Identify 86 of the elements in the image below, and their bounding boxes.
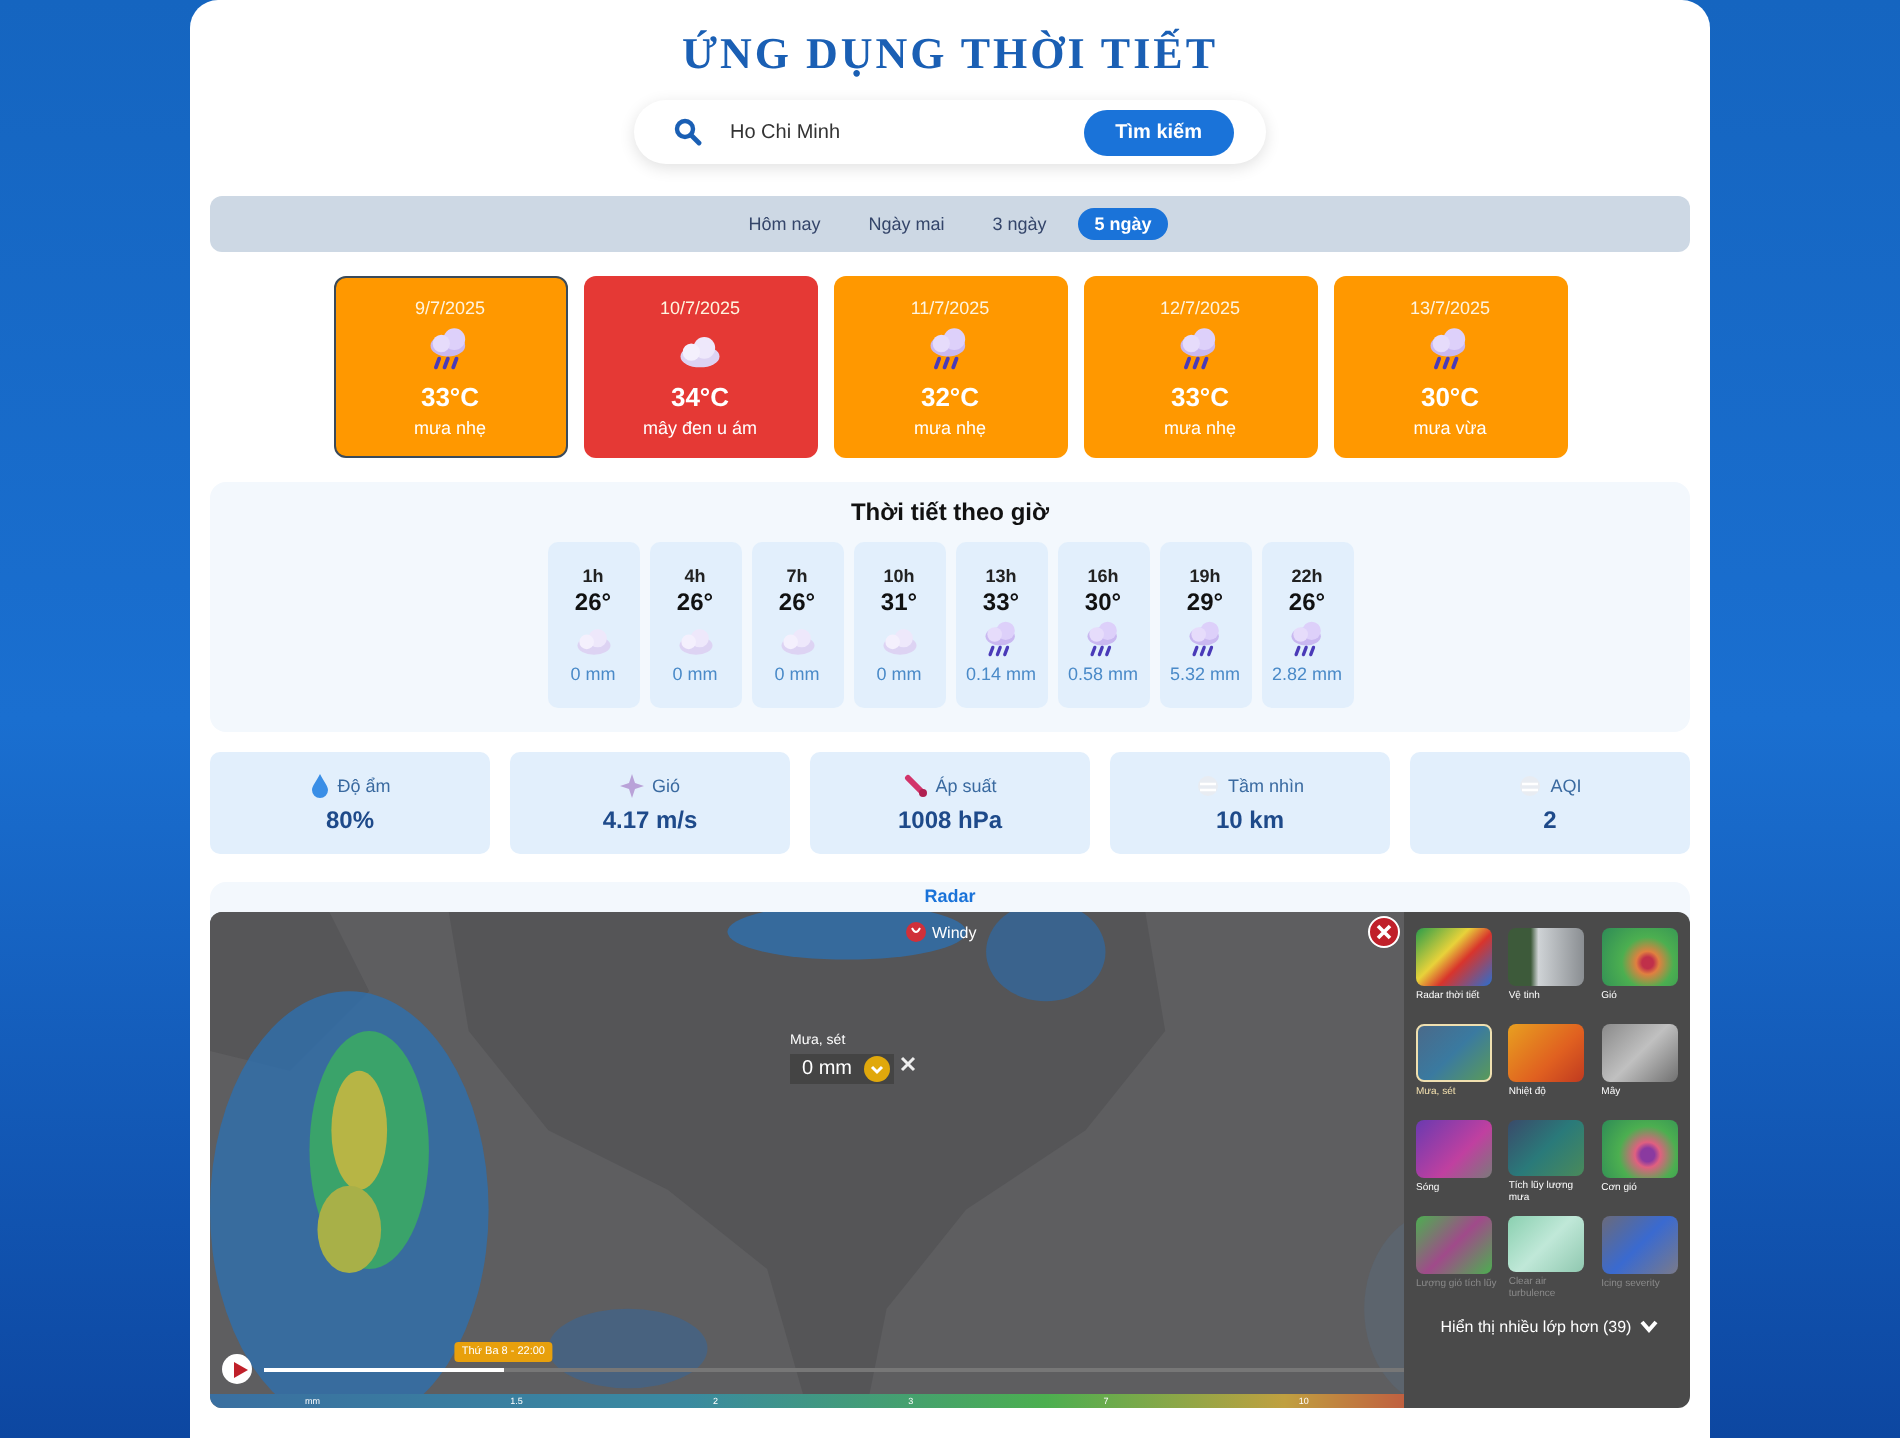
play-icon bbox=[231, 1361, 247, 1377]
hour-time: 19h bbox=[1189, 566, 1221, 586]
windy-logo-icon bbox=[906, 922, 926, 942]
stat-value: 10 km bbox=[1215, 805, 1285, 833]
hour-time: 7h bbox=[786, 566, 808, 586]
radar-title: Radar bbox=[922, 886, 978, 906]
stat-label: Gió bbox=[651, 775, 680, 795]
hour-time: 4h bbox=[684, 566, 706, 586]
day-date: 9/7/2025 bbox=[414, 297, 486, 317]
layer-thumbnail bbox=[1601, 928, 1678, 986]
close-icon bbox=[1376, 924, 1392, 940]
layer-thumbnail bbox=[1601, 1216, 1678, 1274]
hour-time: 16h bbox=[1087, 566, 1119, 586]
hour-rainfall: 0 mm bbox=[876, 664, 922, 684]
hour-rainfall: 5.32 mm bbox=[1169, 664, 1240, 684]
search-button[interactable]: Tìm kiếm bbox=[1083, 109, 1234, 155]
hour-time: 1h bbox=[582, 566, 604, 586]
sparkle-icon bbox=[619, 773, 644, 797]
water-drop-icon bbox=[309, 773, 330, 797]
close-icon[interactable] bbox=[900, 1056, 916, 1072]
value-picker[interactable]: 0 mm bbox=[790, 1054, 894, 1084]
stat-label: Độ ẩm bbox=[337, 775, 391, 795]
hour-time: 13h bbox=[985, 566, 1017, 586]
layer-thumbnail bbox=[1416, 928, 1492, 986]
layer-thumbnail bbox=[1508, 928, 1585, 986]
stat-value: 2 bbox=[1543, 805, 1557, 833]
hour-temperature: 26° bbox=[1288, 588, 1326, 616]
stat-value: 1008 hPa bbox=[897, 805, 1003, 833]
chevron-down-icon bbox=[864, 1056, 890, 1082]
brand-name: Windy bbox=[932, 923, 977, 941]
hour-time: 10h bbox=[883, 566, 915, 586]
hour-rainfall: 0 mm bbox=[570, 664, 616, 684]
stat-label: AQI bbox=[1550, 775, 1582, 795]
hour-temperature: 30° bbox=[1084, 588, 1122, 616]
stat-value: 4.17 m/s bbox=[602, 805, 698, 833]
hour-time: 22h bbox=[1291, 566, 1323, 586]
day-temperature: 33°C bbox=[420, 381, 480, 411]
day-temperature: 34°C bbox=[670, 381, 730, 411]
hour-rainfall: 0.58 mm bbox=[1067, 664, 1138, 684]
stat-label: Tầm nhìn bbox=[1227, 775, 1305, 795]
day-date: 11/7/2025 bbox=[910, 297, 990, 317]
hour-temperature: 26° bbox=[676, 588, 714, 616]
forecast-tab[interactable]: Ngày mai bbox=[852, 208, 961, 240]
stat-label: Áp suất bbox=[935, 775, 997, 795]
day-card[interactable]: 10/7/2025 34°C mây đen u ám bbox=[583, 276, 817, 458]
hour-rainfall: 0.14 mm bbox=[965, 664, 1036, 684]
hour-temperature: 26° bbox=[778, 588, 816, 616]
forecast-tab[interactable]: Hôm nay bbox=[732, 208, 837, 240]
day-temperature: 32°C bbox=[920, 381, 980, 411]
hour-temperature: 31° bbox=[880, 588, 918, 616]
hour-rainfall: 0 mm bbox=[672, 664, 718, 684]
layer-thumbnail bbox=[1601, 1120, 1678, 1178]
hour-temperature: 26° bbox=[574, 588, 612, 616]
day-description: mưa nhẹ bbox=[1163, 417, 1237, 437]
day-date: 13/7/2025 bbox=[1409, 297, 1491, 317]
day-description: mây đen u ám bbox=[642, 417, 758, 437]
fog-icon bbox=[1518, 773, 1543, 797]
search-icon bbox=[674, 118, 702, 146]
picker-value: 0 mm bbox=[802, 1058, 852, 1080]
thermometer-icon bbox=[903, 773, 928, 797]
day-date: 10/7/2025 bbox=[659, 297, 741, 317]
day-date: 12/7/2025 bbox=[1159, 297, 1241, 317]
layer-thumbnail bbox=[1601, 1024, 1678, 1082]
day-description: mưa vừa bbox=[1413, 417, 1487, 437]
day-temperature: 30°C bbox=[1420, 381, 1480, 411]
chevron-down-icon bbox=[1639, 1320, 1658, 1334]
hour-temperature: 29° bbox=[1186, 588, 1224, 616]
forecast-tab[interactable]: 3 ngày bbox=[976, 208, 1063, 240]
hour-temperature: 33° bbox=[982, 588, 1020, 616]
layer-thumbnail bbox=[1416, 1120, 1492, 1178]
forecast-tab[interactable]: 5 ngày bbox=[1078, 208, 1168, 240]
layer-thumbnail bbox=[1416, 1024, 1492, 1082]
hour-rainfall: 0 mm bbox=[774, 664, 820, 684]
hour-rainfall: 2.82 mm bbox=[1271, 664, 1342, 684]
layer-thumbnail bbox=[1508, 1216, 1585, 1272]
day-description: mưa nhẹ bbox=[413, 417, 487, 437]
fog-icon bbox=[1195, 773, 1220, 797]
day-temperature: 33°C bbox=[1170, 381, 1230, 411]
more-layers-button[interactable]: Hiển thị nhiều lớp hơn (39) bbox=[1416, 1316, 1682, 1338]
layer-thumbnail bbox=[1508, 1024, 1585, 1082]
layer-thumbnail bbox=[1416, 1216, 1492, 1274]
layer-thumbnail bbox=[1508, 1120, 1585, 1176]
day-description: mưa nhẹ bbox=[913, 417, 987, 437]
hourly-title: Thời tiết theo giờ bbox=[848, 498, 1052, 526]
stat-value: 80% bbox=[325, 805, 375, 833]
app-title: ỨNG DỤNG THỜI TIẾT bbox=[679, 28, 1221, 80]
